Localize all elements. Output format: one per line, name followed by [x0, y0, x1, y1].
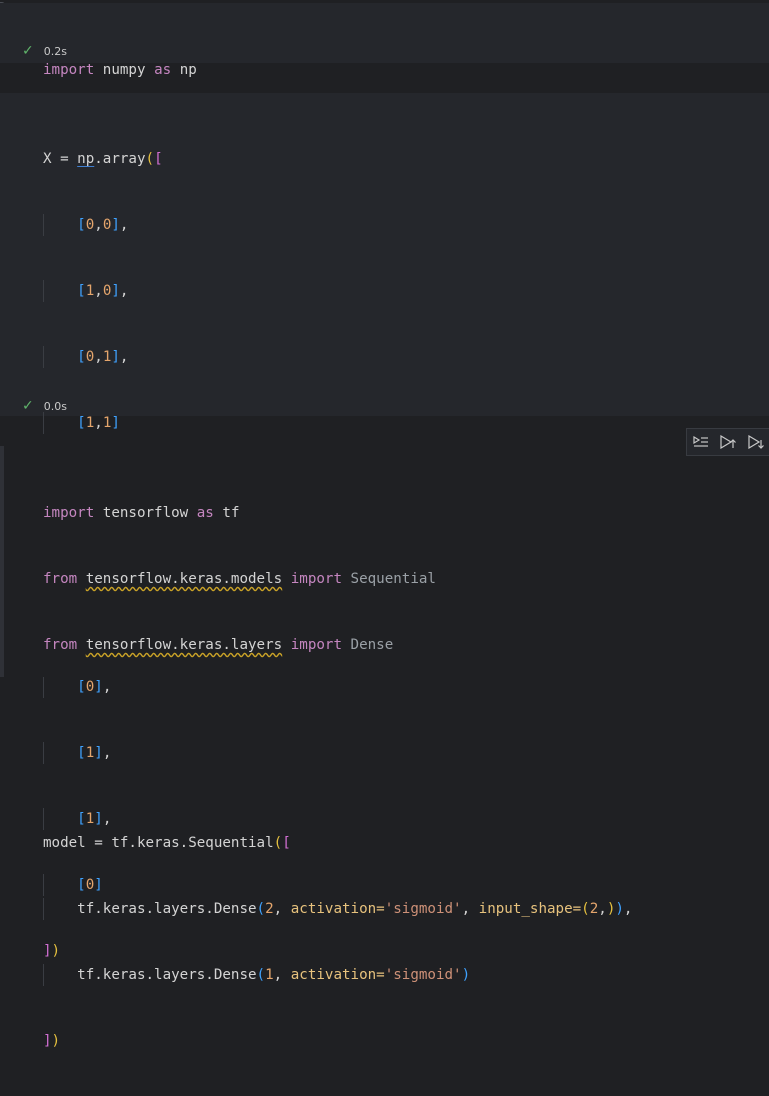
bracket: [ [154, 151, 163, 167]
func: .array [94, 151, 146, 167]
indent-guide [43, 280, 44, 302]
indent-guide [43, 964, 44, 986]
bracket: ] [111, 349, 120, 365]
class-name: Sequential [350, 571, 436, 587]
func: tf.keras.Sequential [111, 835, 274, 851]
number: 0 [85, 217, 95, 233]
punct: , [461, 901, 471, 917]
punct: , [273, 901, 283, 917]
number: 1 [85, 283, 95, 299]
bracket: [ [282, 835, 291, 851]
module-name: numpy [102, 62, 146, 78]
punct: , [598, 901, 607, 917]
indent-guide [43, 346, 44, 368]
cell-focus-bar [0, 446, 4, 677]
keyword: as [154, 62, 172, 78]
run-by-line-icon [693, 435, 708, 447]
bracket: ] [111, 283, 120, 299]
paren: ( [256, 901, 266, 917]
code-cell-1[interactable]: import numpy as np ✓ 0.2s [0, 3, 769, 78]
number: 2 [265, 901, 274, 917]
bracket: [ [77, 283, 86, 299]
punct: , [273, 967, 283, 983]
kwarg: activation= [290, 901, 385, 917]
execute-below-button[interactable] [745, 431, 767, 453]
check-icon: ✓ [22, 398, 34, 414]
keyword: import [290, 637, 342, 653]
number: 1 [265, 967, 274, 983]
paren: ) [51, 1033, 61, 1049]
alias: np [179, 62, 197, 78]
execute-below-icon [748, 435, 765, 449]
bracket: ] [111, 415, 120, 431]
func: tf.keras.layers.Dense [77, 967, 257, 983]
string: 'sigmoid' [384, 901, 462, 917]
op: = [85, 835, 112, 851]
punct: , [119, 217, 129, 233]
module-name: tensorflow [102, 505, 189, 521]
punct: , [119, 283, 129, 299]
bracket: [ [77, 415, 86, 431]
keyword: from [43, 637, 78, 653]
cell-3-code[interactable]: import tensorflow as tf from tensorflow.… [43, 458, 632, 1096]
cell-toolbar [686, 428, 769, 456]
paren: ( [145, 151, 155, 167]
paren: ) [606, 901, 616, 917]
func: tf.keras.layers.Dense [77, 901, 257, 917]
check-icon: ✓ [22, 43, 34, 59]
keyword: as [196, 505, 214, 521]
bracket: [ [77, 217, 86, 233]
op: = [51, 151, 78, 167]
var-x: X [43, 151, 52, 167]
string: 'sigmoid' [384, 967, 462, 983]
bracket: ] [111, 217, 120, 233]
number: 1 [85, 415, 95, 431]
class-name: Dense [350, 637, 394, 653]
execute-above-icon [720, 435, 737, 449]
paren: ( [581, 901, 590, 917]
exec-time: 0.2s [43, 44, 67, 58]
punct: , [623, 901, 633, 917]
kwarg: activation= [290, 967, 385, 983]
alias: tf [222, 505, 240, 521]
bracket: [ [77, 349, 86, 365]
number: 2 [589, 901, 599, 917]
code-cell-2[interactable]: X = np.array([ [0,0], [1,0], [0,1], [1,1… [0, 93, 769, 959]
cell-1-status: ✓ 0.2s [22, 43, 67, 59]
keyword: import [43, 505, 95, 521]
code-cell-3[interactable]: import tensorflow as tf from tensorflow.… [0, 446, 769, 1049]
exec-time: 0.0s [43, 399, 67, 413]
number: 0 [85, 349, 95, 365]
punct: , [94, 349, 103, 365]
keyword: from [43, 571, 78, 587]
execute-above-button[interactable] [717, 431, 739, 453]
keyword: import [43, 62, 95, 78]
keyword: import [290, 571, 342, 587]
module-name: tensorflow.keras.models [85, 571, 283, 587]
punct: , [94, 217, 103, 233]
indent-guide [43, 898, 44, 920]
run-by-line-button[interactable] [690, 431, 712, 453]
paren: ) [461, 967, 471, 983]
paren: ( [256, 967, 266, 983]
paren: ) [615, 901, 624, 917]
alias: np [77, 151, 95, 167]
punct: , [94, 283, 103, 299]
indent-guide [43, 214, 44, 236]
module-name: tensorflow.keras.layers [85, 637, 283, 653]
paren: ( [273, 835, 283, 851]
bracket: ] [43, 1033, 52, 1049]
indent-guide [43, 412, 44, 434]
kwarg: input_shape= [478, 901, 582, 917]
var-model: model [43, 835, 86, 851]
punct: , [119, 349, 129, 365]
cell-2-status: ✓ 0.0s [22, 398, 67, 414]
punct: , [94, 415, 103, 431]
